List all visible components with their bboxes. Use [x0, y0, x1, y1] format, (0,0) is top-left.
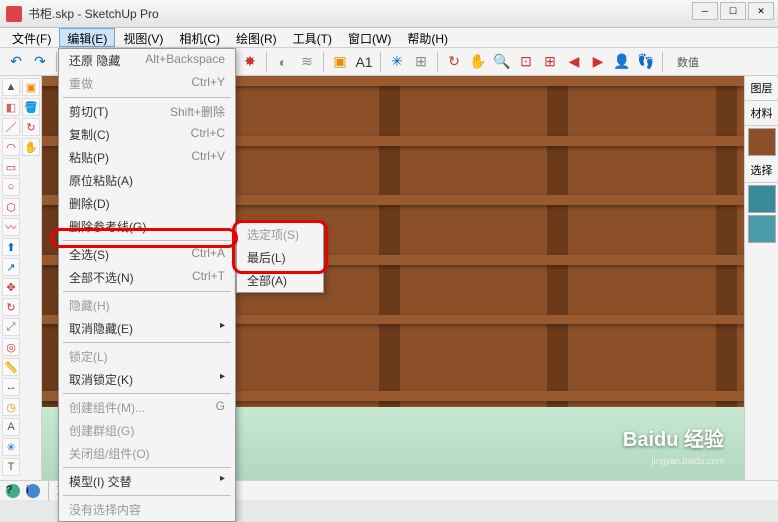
- close-button[interactable]: ✕: [748, 2, 774, 20]
- arc-icon[interactable]: ◠: [2, 138, 20, 156]
- right-panel: 图层 材料 选择: [744, 76, 778, 480]
- line-icon[interactable]: ／: [2, 118, 20, 136]
- swatch-teal1[interactable]: [748, 185, 776, 213]
- edit-item-3[interactable]: 剪切(T)Shift+删除: [59, 100, 235, 123]
- text-icon[interactable]: A1: [354, 52, 374, 72]
- edit-menu-dropdown: 还原 隐藏Alt+Backspace重做Ctrl+Y 剪切(T)Shift+删除复…: [58, 48, 236, 522]
- dim-icon[interactable]: ↔: [2, 378, 20, 396]
- circle-icon[interactable]: ○: [2, 178, 20, 196]
- edit-item-19: 创建组件(M)...G: [59, 396, 235, 419]
- zoom-window-icon[interactable]: ⊡: [516, 52, 536, 72]
- window-title: 书柜.skp - SketchUp Pro: [28, 5, 772, 22]
- edit-item-5[interactable]: 粘贴(P)Ctrl+V: [59, 146, 235, 169]
- prev-icon[interactable]: ◀: [564, 52, 584, 72]
- window-controls: ─ ☐ ✕: [692, 2, 774, 20]
- style3-icon[interactable]: ✸: [240, 52, 260, 72]
- menu-2[interactable]: 视图(V): [115, 28, 171, 47]
- edit-item-23[interactable]: 模型(I) 交替: [59, 470, 235, 493]
- scale-icon[interactable]: ⤢: [2, 318, 20, 336]
- minimize-button[interactable]: ─: [692, 2, 718, 20]
- titlebar: 书柜.skp - SketchUp Pro ─ ☐ ✕: [0, 0, 778, 28]
- 3dtext-icon[interactable]: T: [2, 458, 20, 476]
- offset-icon[interactable]: ◎: [2, 338, 20, 356]
- menu-7[interactable]: 帮助(H): [399, 28, 456, 47]
- edit-item-13: 隐藏(H): [59, 294, 235, 317]
- swatch-wood[interactable]: [748, 128, 776, 156]
- menu-0[interactable]: 文件(F): [4, 28, 59, 47]
- zoom-extents-icon[interactable]: ⊞: [540, 52, 560, 72]
- freehand-icon[interactable]: 〰: [2, 218, 20, 236]
- unhide-item-2[interactable]: 全部(A): [237, 269, 323, 292]
- section2-icon[interactable]: ▣: [22, 78, 40, 96]
- edit-item-16: 锁定(L): [59, 345, 235, 368]
- tool-palette: ▲ ◧ ／ ◠ ▭ ○ ⬡ 〰 ⬆ ↗ ✥ ↻ ⤢ ◎ 📏 ↔ ◷ A ✳ T ▣ 🪣 ↻ ✋: [0, 76, 42, 480]
- edit-item-6[interactable]: 原位粘贴(A): [59, 169, 235, 192]
- edit-item-17[interactable]: 取消锁定(K): [59, 368, 235, 391]
- edit-item-1: 重做Ctrl+Y: [59, 72, 235, 95]
- axes2-icon[interactable]: ✳: [2, 438, 20, 456]
- orbit2-icon[interactable]: ↻: [22, 118, 40, 136]
- unhide-item-1[interactable]: 最后(L): [237, 246, 323, 269]
- select-icon[interactable]: ▲: [2, 78, 20, 96]
- edit-item-4[interactable]: 复制(C)Ctrl+C: [59, 123, 235, 146]
- label-icon[interactable]: A: [2, 418, 20, 436]
- redo-icon[interactable]: ↷: [30, 52, 50, 72]
- value-label: 数值: [677, 54, 699, 70]
- hidden-icon[interactable]: ⊞: [411, 52, 431, 72]
- menu-5[interactable]: 工具(T): [285, 28, 340, 47]
- watermark-url: jingyan.baidu.com: [651, 456, 724, 466]
- walk-icon[interactable]: 👣: [636, 52, 656, 72]
- orbit-icon[interactable]: ↻: [444, 52, 464, 72]
- shadow-icon[interactable]: ◐: [273, 52, 293, 72]
- push-icon[interactable]: ⬆: [2, 238, 20, 256]
- menubar: 文件(F)编辑(E)视图(V)相机(C)绘图(R)工具(T)窗口(W)帮助(H): [0, 28, 778, 48]
- pan-icon[interactable]: ✋: [468, 52, 488, 72]
- edit-item-20: 创建群组(G): [59, 419, 235, 442]
- rotate-icon[interactable]: ↻: [2, 298, 20, 316]
- app-icon: [6, 6, 22, 22]
- move-icon[interactable]: ✥: [2, 278, 20, 296]
- menu-4[interactable]: 绘图(R): [228, 28, 285, 47]
- protractor-icon[interactable]: ◷: [2, 398, 20, 416]
- edit-item-14[interactable]: 取消隐藏(E): [59, 317, 235, 340]
- info-icon[interactable]: i: [26, 484, 40, 498]
- layers-tab[interactable]: 图层: [745, 76, 778, 101]
- menu-6[interactable]: 窗口(W): [340, 28, 399, 47]
- unhide-submenu: 选定项(S)最后(L)全部(A): [236, 222, 324, 293]
- maximize-button[interactable]: ☐: [720, 2, 746, 20]
- fog-icon[interactable]: ≋: [297, 52, 317, 72]
- unhide-item-0: 选定项(S): [237, 223, 323, 246]
- tape-icon[interactable]: 📏: [2, 358, 20, 376]
- edit-item-10[interactable]: 全选(S)Ctrl+A: [59, 243, 235, 266]
- watermark: Baidu 经验: [623, 423, 724, 452]
- undo-icon[interactable]: ↶: [6, 52, 26, 72]
- axes-icon[interactable]: ✳: [387, 52, 407, 72]
- poly-icon[interactable]: ⬡: [2, 198, 20, 216]
- edit-item-25: 没有选择内容: [59, 498, 235, 521]
- follow-icon[interactable]: ↗: [2, 258, 20, 276]
- edit-item-8[interactable]: 删除参考线(G): [59, 215, 235, 238]
- eraser-icon[interactable]: ◧: [2, 98, 20, 116]
- paint-icon[interactable]: 🪣: [22, 98, 40, 116]
- edit-item-0[interactable]: 还原 隐藏Alt+Backspace: [59, 49, 235, 72]
- menu-3[interactable]: 相机(C): [171, 28, 228, 47]
- zoom-icon[interactable]: 🔍: [492, 52, 512, 72]
- edit-item-21: 关闭组/组件(O): [59, 442, 235, 465]
- rect-icon[interactable]: ▭: [2, 158, 20, 176]
- materials-tab[interactable]: 材料: [745, 101, 778, 126]
- help-icon[interactable]: ?: [6, 484, 20, 498]
- section-icon[interactable]: ▣: [330, 52, 350, 72]
- swatch-teal2[interactable]: [748, 215, 776, 243]
- select-tab[interactable]: 选择: [745, 158, 778, 183]
- next-icon[interactable]: ▶: [588, 52, 608, 72]
- position-icon[interactable]: 👤: [612, 52, 632, 72]
- edit-item-7[interactable]: 删除(D): [59, 192, 235, 215]
- pan2-icon[interactable]: ✋: [22, 138, 40, 156]
- edit-item-11[interactable]: 全部不选(N)Ctrl+T: [59, 266, 235, 289]
- menu-1[interactable]: 编辑(E): [59, 28, 115, 47]
